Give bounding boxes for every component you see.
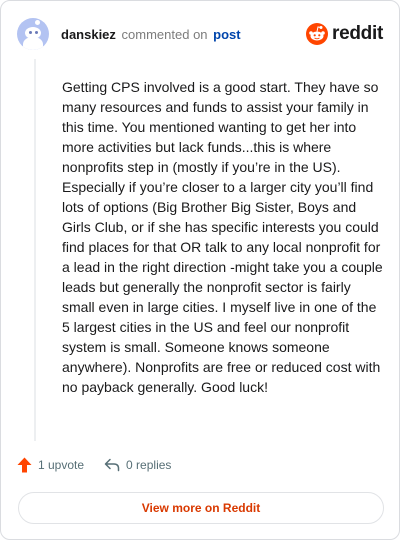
avatar[interactable] bbox=[17, 18, 49, 50]
reply-arrow-icon bbox=[104, 458, 120, 472]
logo-wordmark: reddit bbox=[332, 23, 383, 44]
comment-actions: 1 upvote 0 replies bbox=[17, 457, 171, 473]
reddit-logo[interactable]: reddit bbox=[306, 23, 383, 45]
view-more-button[interactable]: View more on Reddit bbox=[18, 492, 384, 524]
post-link[interactable]: post bbox=[213, 27, 240, 42]
avatar-antenna bbox=[35, 20, 40, 25]
thread-line bbox=[34, 59, 36, 441]
avatar-eye bbox=[29, 31, 32, 34]
reply-count: 0 replies bbox=[126, 458, 172, 472]
reply-button[interactable]: 0 replies bbox=[104, 458, 171, 472]
embed-card: danskiez commented on post reddit Gettin… bbox=[0, 0, 400, 540]
comment-body: Getting CPS involved is a good start. Th… bbox=[62, 79, 383, 395]
username-link[interactable]: danskiez bbox=[61, 27, 116, 42]
upvote-count: 1 upvote bbox=[38, 458, 85, 472]
action-text: commented on bbox=[121, 26, 208, 42]
upvote-button[interactable]: 1 upvote bbox=[17, 457, 84, 473]
avatar-head bbox=[25, 27, 41, 39]
upvote-arrow-icon bbox=[17, 457, 32, 473]
comment-meta: danskiez commented on post bbox=[61, 27, 241, 42]
avatar-eye bbox=[35, 31, 38, 34]
reddit-logo-icon bbox=[306, 23, 329, 45]
comment-header: danskiez commented on post reddit bbox=[17, 17, 383, 51]
